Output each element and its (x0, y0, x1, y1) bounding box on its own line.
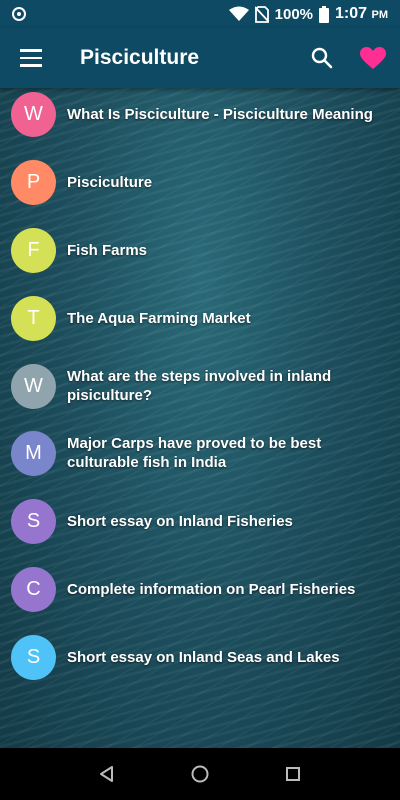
list-item[interactable]: S Short essay on Inland Fisheries (0, 491, 400, 551)
back-icon[interactable] (87, 754, 127, 794)
avatar: S (11, 498, 56, 544)
avatar: P (11, 159, 56, 205)
avatar: F (11, 227, 56, 273)
list-item[interactable]: S Short essay on Inland Seas and Lakes (0, 627, 400, 687)
list-item[interactable]: T The Aqua Farming Market (0, 288, 400, 348)
avatar: T (11, 295, 56, 341)
list-item[interactable]: W What Is Pisciculture - Pisciculture Me… (0, 84, 400, 144)
avatar: M (11, 430, 56, 476)
search-icon[interactable] (298, 28, 346, 88)
list-item[interactable]: C Complete information on Pearl Fisherie… (0, 559, 400, 619)
list-item-title: What Is Pisciculture - Pisciculture Mean… (67, 105, 373, 123)
list-item-title: Pisciculture (67, 173, 153, 191)
battery-icon (319, 5, 330, 23)
list-item[interactable]: M Major Carps have proved to be best cul… (0, 423, 400, 483)
avatar: W (11, 363, 56, 409)
avatar: C (11, 566, 56, 612)
list-item-title: Complete information on Pearl Fisheries (67, 580, 356, 598)
system-nav-bar (0, 748, 400, 800)
list-item-title: Fish Farms (67, 241, 148, 259)
avatar: S (11, 634, 56, 680)
wifi-icon (228, 6, 249, 22)
list-item-title: Short essay on Inland Fisheries (67, 512, 293, 530)
list-item[interactable]: F Fish Farms (0, 220, 400, 280)
menu-icon[interactable] (0, 28, 62, 88)
screen: 100% 1:07 PM Pisciculture W What Is Pisc… (0, 0, 400, 800)
sync-icon (12, 7, 26, 21)
home-icon[interactable] (180, 754, 220, 794)
list-item-title: What are the steps involved in inland pi… (67, 368, 332, 404)
battery-percent: 100% (274, 5, 314, 23)
list-item[interactable]: W What are the steps involved in inland … (0, 356, 400, 416)
avatar: W (11, 91, 56, 137)
list-item-title: Short essay on Inland Seas and Lakes (67, 648, 340, 666)
app-bar: Pisciculture (0, 28, 400, 88)
no-sim-icon (254, 5, 269, 23)
heart-shape (360, 46, 386, 69)
list-item-title: The Aqua Farming Market (67, 309, 251, 327)
clock-time: 1:07 PM (335, 5, 388, 22)
status-bar: 100% 1:07 PM (0, 0, 400, 28)
list-item[interactable]: P Pisciculture (0, 152, 400, 212)
page-title: Pisciculture (80, 46, 200, 69)
heart-icon[interactable] (346, 28, 400, 88)
recents-icon[interactable] (273, 754, 313, 794)
list-item-title: Major Carps have proved to be best cultu… (67, 435, 322, 471)
